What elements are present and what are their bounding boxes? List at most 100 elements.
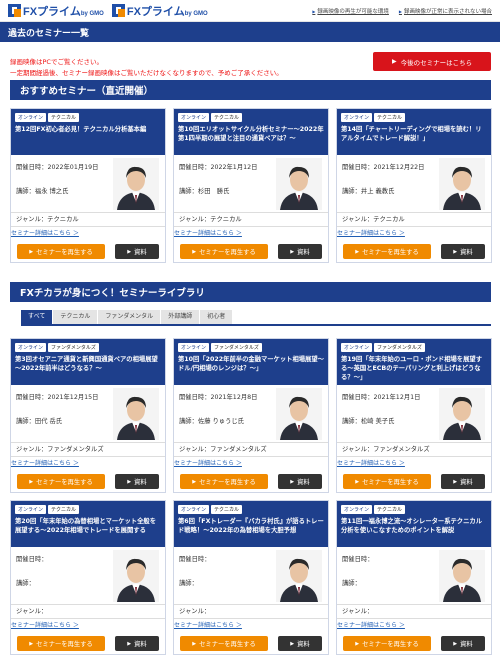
card-tags: オンライン テクニカル	[341, 113, 487, 122]
card-genre-row: ジャンル：	[11, 605, 165, 619]
play-seminar-label: セミナーを再生する	[36, 249, 93, 256]
tag-online: オンライン	[178, 505, 210, 514]
document-button[interactable]: ▶ 資料	[115, 244, 159, 259]
tag-genre: テクニカル	[48, 505, 80, 514]
play-seminar-button[interactable]: ▶ セミナーを再生する	[180, 474, 268, 489]
card-genre-row: ジャンル：ファンダメンタルズ	[174, 443, 328, 457]
card-buttons: ▶ セミナーを再生する ▶ 資料	[337, 470, 491, 489]
card-date: 2022年1月12日	[210, 164, 258, 171]
card-genre: テクニカル	[373, 216, 405, 223]
document-button[interactable]: ▶ 資料	[115, 636, 159, 651]
seminar-detail-link[interactable]: セミナー詳細はこちら ＞	[337, 230, 405, 237]
seminar-detail-link[interactable]: セミナー詳細はこちら ＞	[174, 460, 242, 467]
document-button[interactable]: ▶ 資料	[278, 636, 322, 651]
document-button[interactable]: ▶ 資料	[441, 474, 485, 489]
seminar-detail-link[interactable]: セミナー詳細はこちら ＞	[174, 230, 242, 237]
lecturer-photo	[276, 158, 322, 210]
document-button[interactable]: ▶ 資料	[278, 474, 322, 489]
seminar-detail-link[interactable]: セミナー詳細はこちら ＞	[174, 622, 242, 629]
tag-genre: ファンダメンタルズ	[211, 343, 262, 352]
card-genre: テクニカル	[210, 216, 242, 223]
document-button[interactable]: ▶ 資料	[441, 636, 485, 651]
card-tags: オンライン テクニカル	[15, 505, 161, 514]
lecturer-avatar-icon	[113, 158, 159, 210]
document-icon: ▶	[127, 478, 132, 485]
lecturer-avatar-icon	[276, 158, 322, 210]
card-date: 2021年12月8日	[210, 394, 258, 401]
genre-label: ジャンル：	[179, 608, 211, 615]
lecturer-photo	[276, 388, 322, 440]
play-seminar-button[interactable]: ▶ セミナーを再生する	[17, 244, 105, 259]
card-genre-row: ジャンル：ファンダメンタルズ	[11, 443, 165, 457]
lecturer-photo	[439, 158, 485, 210]
tag-genre: テクニカル	[211, 505, 243, 514]
lecturer-photo	[276, 550, 322, 602]
lecturer-avatar-icon	[439, 550, 485, 602]
troubleshoot-link[interactable]: 録画映像が正常に表示されない場合	[399, 7, 492, 15]
card-body: 開催日時： 講師：	[337, 547, 491, 605]
seminar-detail-link[interactable]: セミナー詳細はこちら ＞	[11, 460, 79, 467]
play-icon: ▶	[29, 640, 34, 647]
card-genre: ファンダメンタルズ	[210, 446, 267, 453]
document-button[interactable]: ▶ 資料	[278, 244, 322, 259]
tag-online: オンライン	[178, 113, 210, 122]
card-lecturer: 井上 義教氏	[360, 188, 395, 195]
card-tags: オンライン ファンダメンタルズ	[15, 343, 161, 352]
lecturer-avatar-icon	[439, 158, 485, 210]
card-buttons: ▶ セミナーを再生する ▶ 資料	[174, 632, 328, 651]
lecturer-photo	[439, 550, 485, 602]
document-button[interactable]: ▶ 資料	[115, 474, 159, 489]
card-genre-row: ジャンル：テクニカル	[11, 213, 165, 227]
seminar-detail-link[interactable]: セミナー詳細はこちら ＞	[11, 230, 79, 237]
card-title: 第3回オセアニア通貨と新興国通貨ペアの相場展望～2022年前半はどうなる？～	[15, 356, 158, 372]
play-seminar-label: セミナーを再生する	[199, 641, 256, 648]
play-seminar-button[interactable]: ▶ セミナーを再生する	[180, 636, 268, 651]
play-icon: ▶	[192, 248, 197, 255]
tag-online: オンライン	[341, 113, 373, 122]
logo-text: FXプライム	[126, 5, 185, 18]
section-recommended-title: おすすめセミナー（直近開催）	[10, 80, 491, 100]
play-icon: ▶	[355, 640, 360, 647]
card-header: オンライン テクニカル 第12回FX初心者必見！テクニカル分析基本編	[11, 109, 165, 155]
play-seminar-button[interactable]: ▶ セミナーを再生する	[180, 244, 268, 259]
play-seminar-button[interactable]: ▶ セミナーを再生する	[343, 474, 431, 489]
genre-label: ジャンル：	[16, 608, 48, 615]
lecturer-avatar-icon	[439, 388, 485, 440]
document-icon: ▶	[127, 640, 132, 647]
seminar-card: オンライン ファンダメンタルズ 第19回「年末年始のユーロ・ポンド相場を展望する…	[336, 338, 492, 493]
logo-fxprime-1[interactable]: FXプライムby GMO	[8, 3, 104, 19]
lecturer-label: 講師：	[16, 580, 35, 587]
document-label: 資料	[134, 641, 147, 648]
document-button[interactable]: ▶ 資料	[441, 244, 485, 259]
play-seminar-button[interactable]: ▶ セミナーを再生する	[17, 636, 105, 651]
document-label: 資料	[297, 249, 310, 256]
document-label: 資料	[460, 479, 473, 486]
card-genre-row: ジャンル：テクニカル	[174, 213, 328, 227]
play-seminar-button[interactable]: ▶ セミナーを再生する	[17, 474, 105, 489]
lecturer-label: 講師：	[179, 580, 198, 587]
genre-label: ジャンル：	[16, 216, 48, 223]
env-link[interactable]: 録画映像の再生が可能な環境	[312, 7, 389, 15]
seminar-detail-link[interactable]: セミナー詳細はこちら ＞	[11, 622, 79, 629]
play-seminar-button[interactable]: ▶ セミナーを再生する	[343, 244, 431, 259]
card-genre-row: ジャンル：テクニカル	[337, 213, 491, 227]
seminar-detail-link[interactable]: セミナー詳細はこちら ＞	[337, 622, 405, 629]
card-buttons: ▶ セミナーを再生する ▶ 資料	[11, 470, 165, 489]
seminar-card: オンライン テクニカル 第11回一福永博之流～オシレーター系テクニカル分析を使い…	[336, 500, 492, 655]
tab-all[interactable]: すべて	[21, 310, 54, 324]
tab-beginner[interactable]: 初心者	[200, 310, 234, 324]
library-tabs: すべて テクニカル ファンダメンタル 外部講師 初心者	[21, 310, 234, 324]
document-icon: ▶	[453, 640, 458, 647]
upcoming-seminars-button[interactable]: ▶ 今後のセミナーはこちら	[373, 52, 491, 71]
seminar-detail-link[interactable]: セミナー詳細はこちら ＞	[337, 460, 405, 467]
tab-technical[interactable]: テクニカル	[53, 310, 99, 324]
card-title: 第12回FX初心者必見！テクニカル分析基本編	[15, 126, 147, 133]
logo-fxprime-2[interactable]: FXプライムby GMO	[111, 3, 208, 19]
tab-fundamental[interactable]: ファンダメンタル	[98, 310, 162, 324]
tab-external[interactable]: 外部講師	[161, 310, 201, 324]
play-seminar-label: セミナーを再生する	[36, 641, 93, 648]
logo-sub: by GMO	[184, 10, 208, 17]
tag-genre: ファンダメンタルズ	[374, 343, 425, 352]
arrow-right-icon: ▶	[391, 58, 397, 65]
play-seminar-button[interactable]: ▶ セミナーを再生する	[343, 636, 431, 651]
